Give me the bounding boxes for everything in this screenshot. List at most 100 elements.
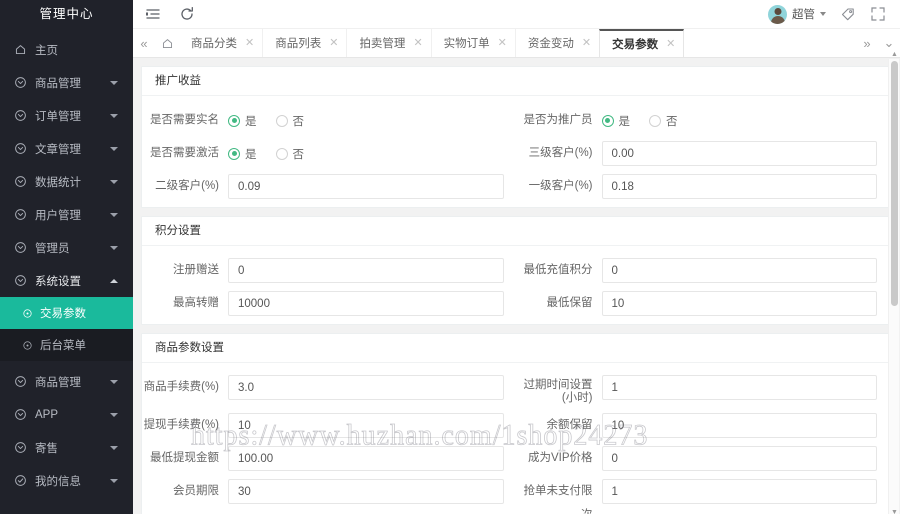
content-scrollbar[interactable]: ▲ ▼ bbox=[888, 51, 899, 514]
sidebar-item-2[interactable]: 寄售 bbox=[0, 431, 133, 464]
chevron-down-icon[interactable] bbox=[107, 109, 121, 123]
close-icon[interactable]: ✕ bbox=[666, 38, 675, 50]
field-label: 提现手续费(%) bbox=[143, 419, 219, 431]
scroll-down-arrow[interactable]: ▼ bbox=[891, 509, 898, 514]
radio-option-1[interactable]: 否 bbox=[649, 113, 678, 129]
chevron-down-icon[interactable] bbox=[107, 408, 121, 422]
sidebar-item-6[interactable]: 管理员 bbox=[0, 231, 133, 264]
text-input[interactable] bbox=[228, 375, 504, 400]
field-label: 最低提现金额 bbox=[150, 452, 219, 464]
fullscreen-icon[interactable] bbox=[870, 6, 886, 22]
text-input[interactable] bbox=[601, 291, 877, 316]
text-input[interactable] bbox=[228, 291, 504, 316]
sidebar-item-3[interactable]: 我的信息 bbox=[0, 464, 133, 497]
text-input[interactable] bbox=[228, 479, 504, 504]
chevron-down-icon[interactable] bbox=[107, 241, 121, 255]
sidebar-item-0[interactable]: 主页 bbox=[0, 33, 133, 66]
main-area: 超管 « 商品分类 ✕ 商品列表 ✕ 拍卖管理 ✕ 实物订单 ✕ 资金变动 ✕ … bbox=[133, 0, 900, 514]
tab-4[interactable]: 资金变动 ✕ bbox=[514, 29, 600, 57]
radio-label: 否 bbox=[666, 115, 678, 128]
radio-label: 否 bbox=[292, 115, 305, 128]
sidebar-item-1[interactable]: 商品管理 bbox=[0, 66, 133, 99]
double-chevron-right-icon[interactable]: » bbox=[856, 36, 878, 51]
close-icon[interactable]: ✕ bbox=[498, 37, 507, 49]
field-control bbox=[601, 446, 877, 471]
sidebar-item-label: 管理员 bbox=[35, 242, 70, 255]
field-label: 余额保留 bbox=[546, 419, 593, 431]
text-input[interactable] bbox=[228, 258, 504, 283]
user-menu[interactable]: 超管 bbox=[768, 4, 826, 24]
tag-icon[interactable] bbox=[840, 6, 856, 22]
scrollbar-thumb[interactable] bbox=[891, 61, 898, 306]
close-icon[interactable]: ✕ bbox=[245, 37, 254, 49]
sidebar-item-label: 商品管理 bbox=[35, 77, 81, 90]
double-chevron-left-icon[interactable]: « bbox=[133, 29, 155, 57]
sidebar-item-4[interactable]: 数据统计 bbox=[0, 165, 133, 198]
field-label: 商品手续费(%) bbox=[143, 381, 219, 393]
sidebar-item-2[interactable]: 订单管理 bbox=[0, 99, 133, 132]
text-input[interactable] bbox=[601, 479, 877, 504]
form-field: 一级客户(%) bbox=[516, 170, 890, 203]
field-label: 注册赠送 bbox=[173, 264, 219, 276]
refresh-icon[interactable] bbox=[179, 6, 195, 22]
field-control bbox=[228, 446, 504, 471]
panel-body: 商品手续费(%) 过期时间设置(小时) 提现手续费(%) 余额保留最低提现金额 成为VI… bbox=[142, 363, 889, 514]
chevron-down-icon[interactable] bbox=[107, 441, 121, 455]
radio-option-1[interactable]: 否 bbox=[275, 146, 304, 162]
radio-option-0[interactable]: 是 bbox=[601, 113, 630, 129]
text-input[interactable] bbox=[601, 141, 877, 166]
radio-option-0[interactable]: 是 bbox=[228, 113, 257, 129]
text-input[interactable] bbox=[228, 174, 504, 199]
chevron-down-icon[interactable] bbox=[107, 375, 121, 389]
field-control bbox=[601, 375, 877, 400]
sidebar-item-7[interactable]: 系统设置 bbox=[0, 264, 133, 297]
close-icon[interactable]: ✕ bbox=[582, 37, 591, 49]
chevron-down-icon[interactable] bbox=[107, 474, 121, 488]
tab-3[interactable]: 实物订单 ✕ bbox=[430, 29, 515, 57]
sidebar-item-5[interactable]: 用户管理 bbox=[0, 198, 133, 231]
tab-2[interactable]: 拍卖管理 ✕ bbox=[346, 29, 431, 57]
close-icon[interactable]: ✕ bbox=[329, 37, 338, 49]
form-field: 过期时间设置(小时) bbox=[516, 371, 890, 409]
tab-1[interactable]: 商品列表 ✕ bbox=[262, 29, 347, 57]
sidebar-subitem-0[interactable]: 交易参数 bbox=[0, 297, 133, 329]
tab-0[interactable]: 商品分类 ✕ bbox=[179, 29, 263, 57]
chevron-down-icon[interactable] bbox=[107, 76, 121, 90]
chevron-down-icon[interactable] bbox=[107, 208, 121, 222]
circle-icon bbox=[14, 208, 27, 221]
tab-label: 实物订单 bbox=[443, 38, 490, 50]
form-row: 是否需要实名是否是否为推广员是否 bbox=[142, 104, 889, 137]
form-field: 提现手续费(%) bbox=[142, 409, 516, 442]
sidebar-item-label: 主页 bbox=[35, 44, 58, 57]
text-input[interactable] bbox=[601, 258, 877, 283]
sidebar-item-0[interactable]: 商品管理 bbox=[0, 365, 133, 398]
tab-label: 交易参数 bbox=[612, 39, 659, 51]
radio-dot-icon bbox=[275, 147, 288, 160]
home-outline-icon[interactable] bbox=[155, 29, 179, 57]
chevron-up-icon[interactable] bbox=[107, 274, 121, 288]
text-input[interactable] bbox=[601, 446, 877, 471]
text-input[interactable] bbox=[601, 375, 877, 400]
radio-option-0[interactable]: 是 bbox=[228, 146, 257, 162]
text-input[interactable] bbox=[228, 446, 504, 471]
close-icon[interactable]: ✕ bbox=[413, 37, 422, 49]
field-label: 是否需要激活 bbox=[150, 147, 219, 159]
chevron-down-icon[interactable] bbox=[107, 175, 121, 189]
sidebar-subnav: 交易参数 后台菜单 bbox=[0, 297, 133, 361]
text-input[interactable] bbox=[601, 174, 877, 199]
radio-group: 是否 bbox=[228, 108, 504, 133]
chevron-down-icon[interactable]: ⌄ bbox=[878, 35, 900, 51]
text-input[interactable] bbox=[601, 413, 877, 438]
tab-5[interactable]: 交易参数 ✕ bbox=[599, 29, 685, 57]
sidebar-logo: 管理中心 bbox=[0, 0, 133, 29]
text-input[interactable] bbox=[228, 413, 504, 438]
scroll-up-arrow[interactable]: ▲ bbox=[891, 51, 898, 58]
field-control bbox=[228, 375, 504, 400]
sidebar-item-1[interactable]: APP bbox=[0, 398, 133, 431]
radio-option-1[interactable]: 否 bbox=[275, 113, 305, 129]
circle-icon bbox=[14, 441, 27, 454]
list-menu-icon[interactable] bbox=[145, 6, 161, 22]
chevron-down-icon[interactable] bbox=[107, 142, 121, 156]
sidebar-item-3[interactable]: 文章管理 bbox=[0, 132, 133, 165]
sidebar-subitem-1[interactable]: 后台菜单 bbox=[0, 329, 133, 361]
